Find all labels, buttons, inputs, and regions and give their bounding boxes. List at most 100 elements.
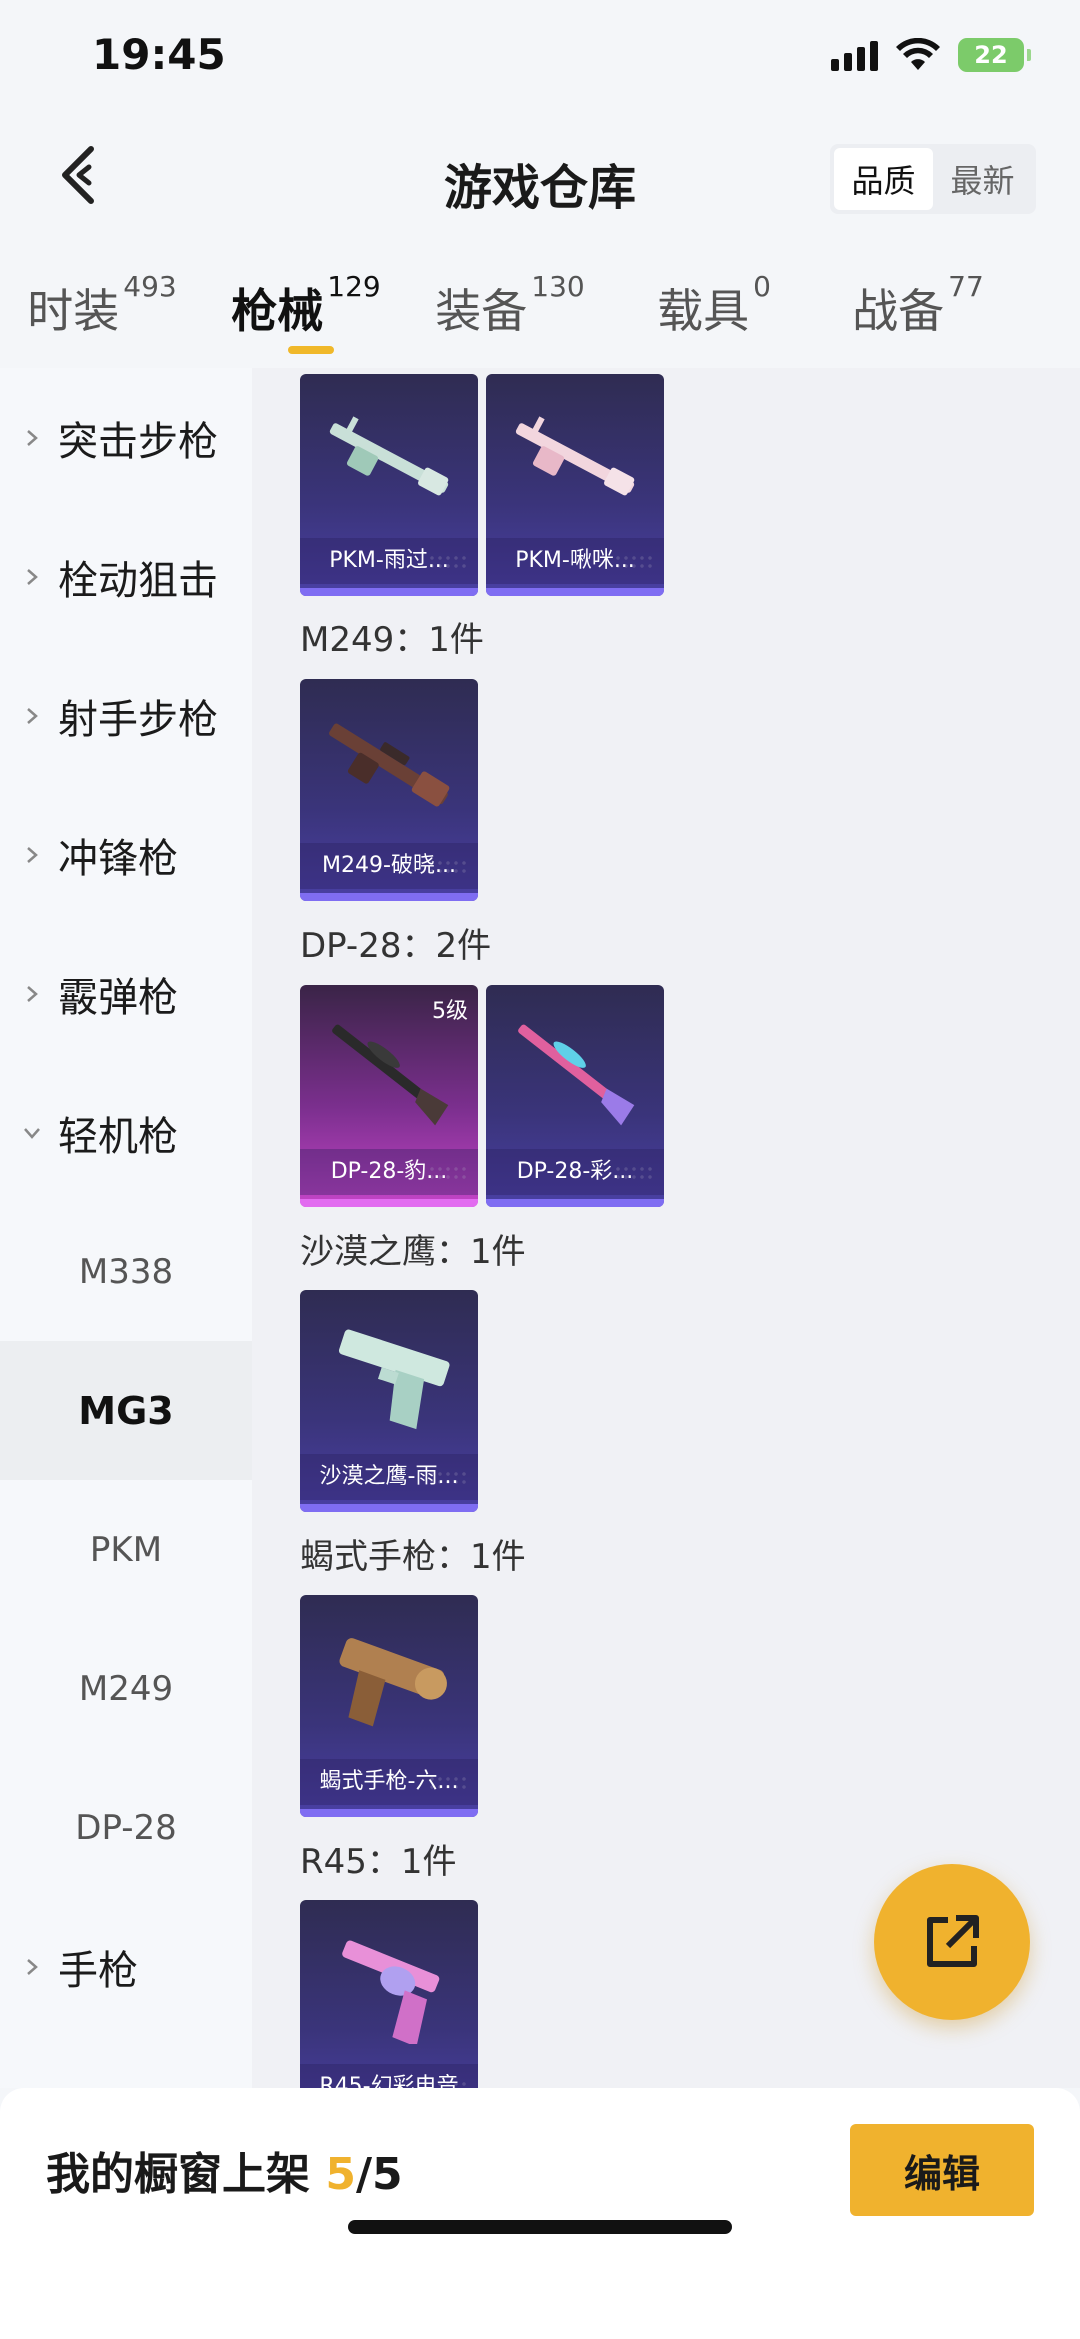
group-label: R45：1件: [300, 1842, 457, 1882]
machine-gun-icon: [329, 723, 450, 807]
tab-count: 130: [531, 270, 585, 303]
chevron-right-icon: [27, 429, 38, 446]
rarity-bar: [300, 1504, 478, 1512]
skin-card[interactable]: 5级 DP-28-豹...: [300, 985, 478, 1207]
tab-label: 载具: [657, 284, 750, 338]
showcase-total: /5: [355, 2149, 403, 2200]
machine-gun-icon: [518, 1024, 635, 1126]
machine-gun-icon: [515, 416, 635, 496]
tab-label: 战备: [852, 284, 945, 338]
skin-card[interactable]: R45-幻彩电音: [300, 1900, 478, 2088]
machine-gun-icon: [332, 1024, 449, 1126]
category-tabs: 时装 493 枪械 129 装备 130 载具 0 战备 77: [0, 250, 1080, 368]
tab-count: 493: [123, 270, 177, 303]
skin-name: DP-28-彩...: [486, 1149, 664, 1195]
sidebar-item-marksman-rifle[interactable]: 射手步枪: [0, 646, 252, 785]
status-bar: 19:45 22: [0, 0, 1080, 120]
sort-toggle: 品质 最新: [830, 144, 1036, 214]
header: 游戏仓库 品质 最新: [0, 120, 1080, 238]
sidebar-item-label: 轻机枪: [58, 1113, 178, 1160]
group-label: 沙漠之鹰：1件: [300, 1232, 526, 1272]
chevron-down-icon: [24, 1127, 40, 1139]
tab-count: 77: [948, 270, 984, 303]
wifi-icon: [896, 38, 940, 70]
group-label: 蝎式手枪：1件: [300, 1537, 526, 1577]
rarity-bar: [300, 893, 478, 901]
sidebar-item-bolt-sniper[interactable]: 栓动狙击: [0, 507, 252, 646]
item-grid[interactable]: PKM-雨过... PKM-啾咪... M249：1件 M249-破晓... D…: [252, 368, 1080, 2088]
group-label: M249：1件: [300, 620, 484, 660]
tab-combat-gear[interactable]: 战备 77: [816, 250, 1020, 368]
tab-count: 129: [327, 270, 381, 303]
active-tab-indicator: [288, 346, 334, 354]
rarity-bar: [486, 1199, 664, 1207]
sidebar-item-pistol[interactable]: 手枪: [0, 1897, 252, 2036]
status-icons: 22: [831, 38, 1031, 72]
skin-card[interactable]: M249-破晓...: [300, 679, 478, 901]
share-button[interactable]: [874, 1864, 1030, 2020]
signal-icon: [831, 39, 878, 71]
showcase-label: 我的橱窗上架: [46, 2149, 310, 2200]
skin-card[interactable]: PKM-啾咪...: [486, 374, 664, 596]
showcase-status: 我的橱窗上架 5/5: [46, 2138, 403, 2202]
status-time: 19:45: [92, 30, 226, 79]
edit-button[interactable]: 编辑: [850, 2124, 1034, 2216]
tab-count: 0: [753, 270, 771, 303]
skin-card[interactable]: DP-28-彩...: [486, 985, 664, 1207]
sidebar-item-label: 栓动狙击: [58, 557, 218, 604]
tab-equipment[interactable]: 装备 130: [408, 250, 612, 368]
tab-firearms[interactable]: 枪械 129: [204, 250, 408, 368]
sort-quality-button[interactable]: 品质: [834, 148, 933, 210]
bottom-bar: 我的橱窗上架 5/5 编辑: [0, 2088, 1080, 2339]
chevron-right-icon: [27, 1958, 38, 1975]
sidebar-item-label: 手枪: [58, 1947, 138, 1994]
sidebar-item-label: 突击步枪: [58, 418, 218, 465]
sidebar-item-smg[interactable]: 冲锋枪: [0, 785, 252, 924]
skin-name: PKM-雨过...: [300, 538, 478, 584]
battery-icon: 22: [958, 38, 1031, 72]
skin-name: PKM-啾咪...: [486, 538, 664, 584]
pistol-icon: [339, 1638, 447, 1727]
tab-fashion[interactable]: 时装 493: [0, 250, 204, 368]
chevron-right-icon: [27, 985, 38, 1002]
sidebar-sub-pkm[interactable]: PKM: [0, 1480, 252, 1619]
skin-name: 蝎式手枪-六...: [300, 1759, 478, 1805]
machine-gun-icon: [329, 416, 449, 496]
rarity-bar: [486, 588, 664, 596]
category-sidebar[interactable]: 突击步枪 栓动狙击 射手步枪 冲锋枪 霰弹枪 轻机枪 M338 MG3 PKM …: [0, 368, 252, 2088]
chevron-right-icon: [27, 568, 38, 585]
chevron-right-icon: [27, 846, 38, 863]
sidebar-item-lmg[interactable]: 轻机枪: [0, 1063, 252, 1202]
home-indicator: [348, 2220, 732, 2234]
pistol-icon: [338, 1329, 450, 1430]
sidebar-sub-m338[interactable]: M338: [0, 1202, 252, 1341]
sort-newest-button[interactable]: 最新: [933, 148, 1032, 210]
rarity-bar: [300, 1809, 478, 1817]
sidebar-item-shotgun[interactable]: 霰弹枪: [0, 924, 252, 1063]
showcase-current: 5: [325, 2149, 356, 2200]
tab-label: 装备: [435, 284, 528, 338]
chevron-right-icon: [27, 707, 38, 724]
tab-label: 枪械: [231, 284, 324, 338]
revolver-icon: [342, 1940, 440, 2044]
share-external-icon: [927, 1915, 979, 1967]
skin-card[interactable]: 蝎式手枪-六...: [300, 1595, 478, 1817]
skin-name: M249-破晓...: [300, 843, 478, 889]
rarity-bar: [300, 588, 478, 596]
sidebar-sub-dp28[interactable]: DP-28: [0, 1758, 252, 1897]
sidebar-item-label: 射手步枪: [58, 696, 218, 743]
sidebar-sub-m249[interactable]: M249: [0, 1619, 252, 1758]
skin-card[interactable]: 沙漠之鹰-雨...: [300, 1290, 478, 1512]
sidebar-item-label: 近战: [58, 2077, 138, 2089]
sidebar-item-label: 冲锋枪: [58, 835, 178, 882]
rarity-bar: [300, 1199, 478, 1207]
group-label: DP-28：2件: [300, 926, 492, 966]
skin-name: DP-28-豹...: [300, 1149, 478, 1195]
sidebar-item-assault-rifle[interactable]: 突击步枪: [0, 368, 252, 507]
skin-name: R45-幻彩电音: [300, 2064, 478, 2088]
sidebar-item-melee[interactable]: 近战: [0, 2036, 252, 2089]
sidebar-sub-mg3[interactable]: MG3: [0, 1341, 252, 1480]
skin-name: 沙漠之鹰-雨...: [300, 1454, 478, 1500]
skin-card[interactable]: PKM-雨过...: [300, 374, 478, 596]
tab-vehicles[interactable]: 载具 0: [612, 250, 816, 368]
